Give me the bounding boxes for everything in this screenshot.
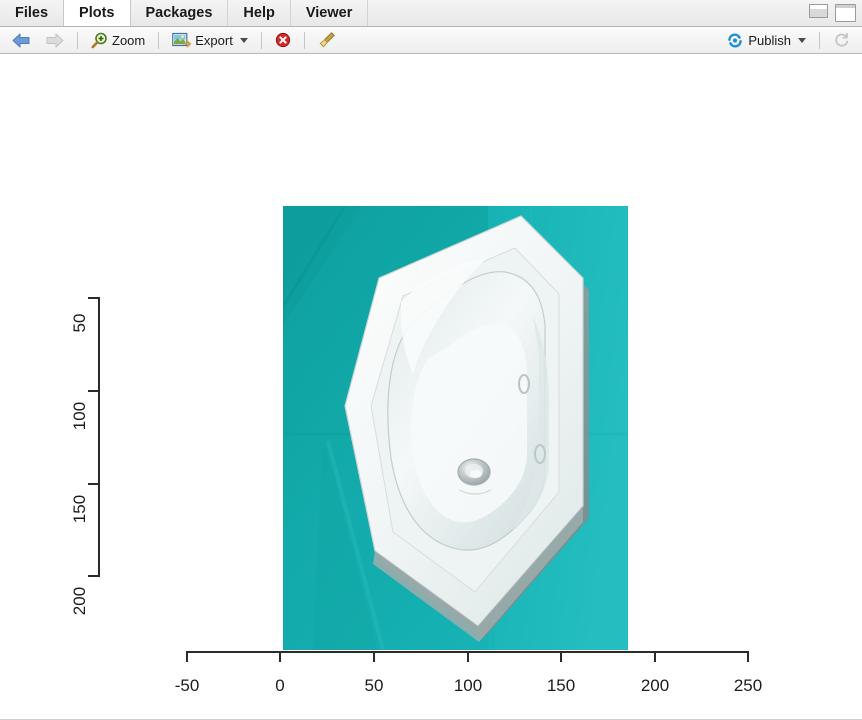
chevron-down-icon[interactable] [798, 38, 806, 43]
tab-help[interactable]: Help [228, 0, 291, 26]
tab-files-label: Files [15, 4, 49, 21]
x-axis-tick-label: 0 [275, 676, 285, 695]
toolbar-right-group: Publish [720, 27, 856, 54]
pane-tabbar: Files Plots Packages Help Viewer [0, 0, 862, 27]
tab-plots[interactable]: Plots [63, 0, 131, 26]
toolbar-separator [77, 31, 78, 49]
publish-icon [728, 33, 743, 48]
rstudio-plots-pane: Files Plots Packages Help Viewer Zoom Ex… [0, 0, 862, 720]
back-button[interactable] [6, 29, 37, 52]
x-axis-tick [560, 651, 562, 662]
plots-toolbar: Zoom Export Publish [0, 27, 862, 54]
tab-viewer[interactable]: Viewer [291, 0, 369, 26]
x-axis-tick [654, 651, 656, 662]
x-axis-tick [186, 651, 188, 662]
clear-plots-button[interactable] [312, 29, 342, 52]
x-axis-tick [373, 651, 375, 662]
forward-arrow-icon [46, 33, 64, 47]
chevron-down-icon[interactable] [239, 37, 248, 43]
tab-packages[interactable]: Packages [131, 0, 229, 26]
x-axis-tick-label: 250 [733, 676, 763, 695]
export-label: Export [195, 32, 233, 48]
zoom-label: Zoom [112, 32, 146, 48]
bathtub-photo [283, 206, 628, 650]
y-axis-tick-label: 100 [70, 401, 89, 431]
plot-raster-image [283, 206, 628, 650]
magnifier-plus-icon [91, 32, 107, 48]
minimize-icon[interactable] [809, 4, 828, 18]
remove-plot-button[interactable] [269, 29, 297, 52]
broom-clear-icon [319, 32, 335, 48]
x-axis-tick [279, 651, 281, 662]
y-axis-tick-label: 150 [70, 494, 89, 524]
x-axis-tick-label: 200 [640, 676, 670, 695]
remove-plot-icon [275, 32, 290, 48]
y-axis-line [98, 297, 100, 577]
x-axis-tick-label: 100 [453, 676, 483, 695]
refresh-icon [835, 32, 849, 47]
maximize-icon[interactable] [835, 4, 856, 22]
tab-packages-label: Packages [145, 4, 213, 21]
window-controls [809, 4, 856, 22]
tab-help-label: Help [243, 4, 275, 21]
x-axis-tick-label: 50 [364, 676, 384, 695]
tab-viewer-label: Viewer [305, 4, 353, 21]
plot-canvas[interactable]: 50 100 150 200 -50 0 50 100 150 200 250 [0, 54, 862, 720]
toolbar-separator [260, 31, 262, 49]
x-axis-tick [747, 651, 749, 662]
y-axis-tick-label: 50 [70, 313, 89, 333]
tab-files[interactable]: Files [0, 0, 65, 26]
back-arrow-icon [12, 33, 30, 47]
x-axis-tick [467, 651, 469, 662]
toolbar-separator [158, 31, 160, 49]
zoom-button[interactable]: Zoom [85, 29, 151, 52]
forward-button[interactable] [39, 29, 70, 52]
export-button[interactable]: Export [166, 29, 254, 52]
x-axis-tick-label: -50 [174, 676, 200, 695]
y-axis-tick-label: 200 [70, 586, 89, 616]
x-axis-tick-label: 150 [546, 676, 576, 695]
refresh-button[interactable] [827, 29, 856, 52]
tab-plots-label: Plots [79, 4, 115, 21]
toolbar-separator [303, 31, 305, 49]
publish-label: Publish [748, 33, 791, 48]
export-image-icon [172, 32, 192, 48]
publish-button[interactable]: Publish [720, 29, 812, 52]
toolbar-separator [819, 32, 820, 49]
